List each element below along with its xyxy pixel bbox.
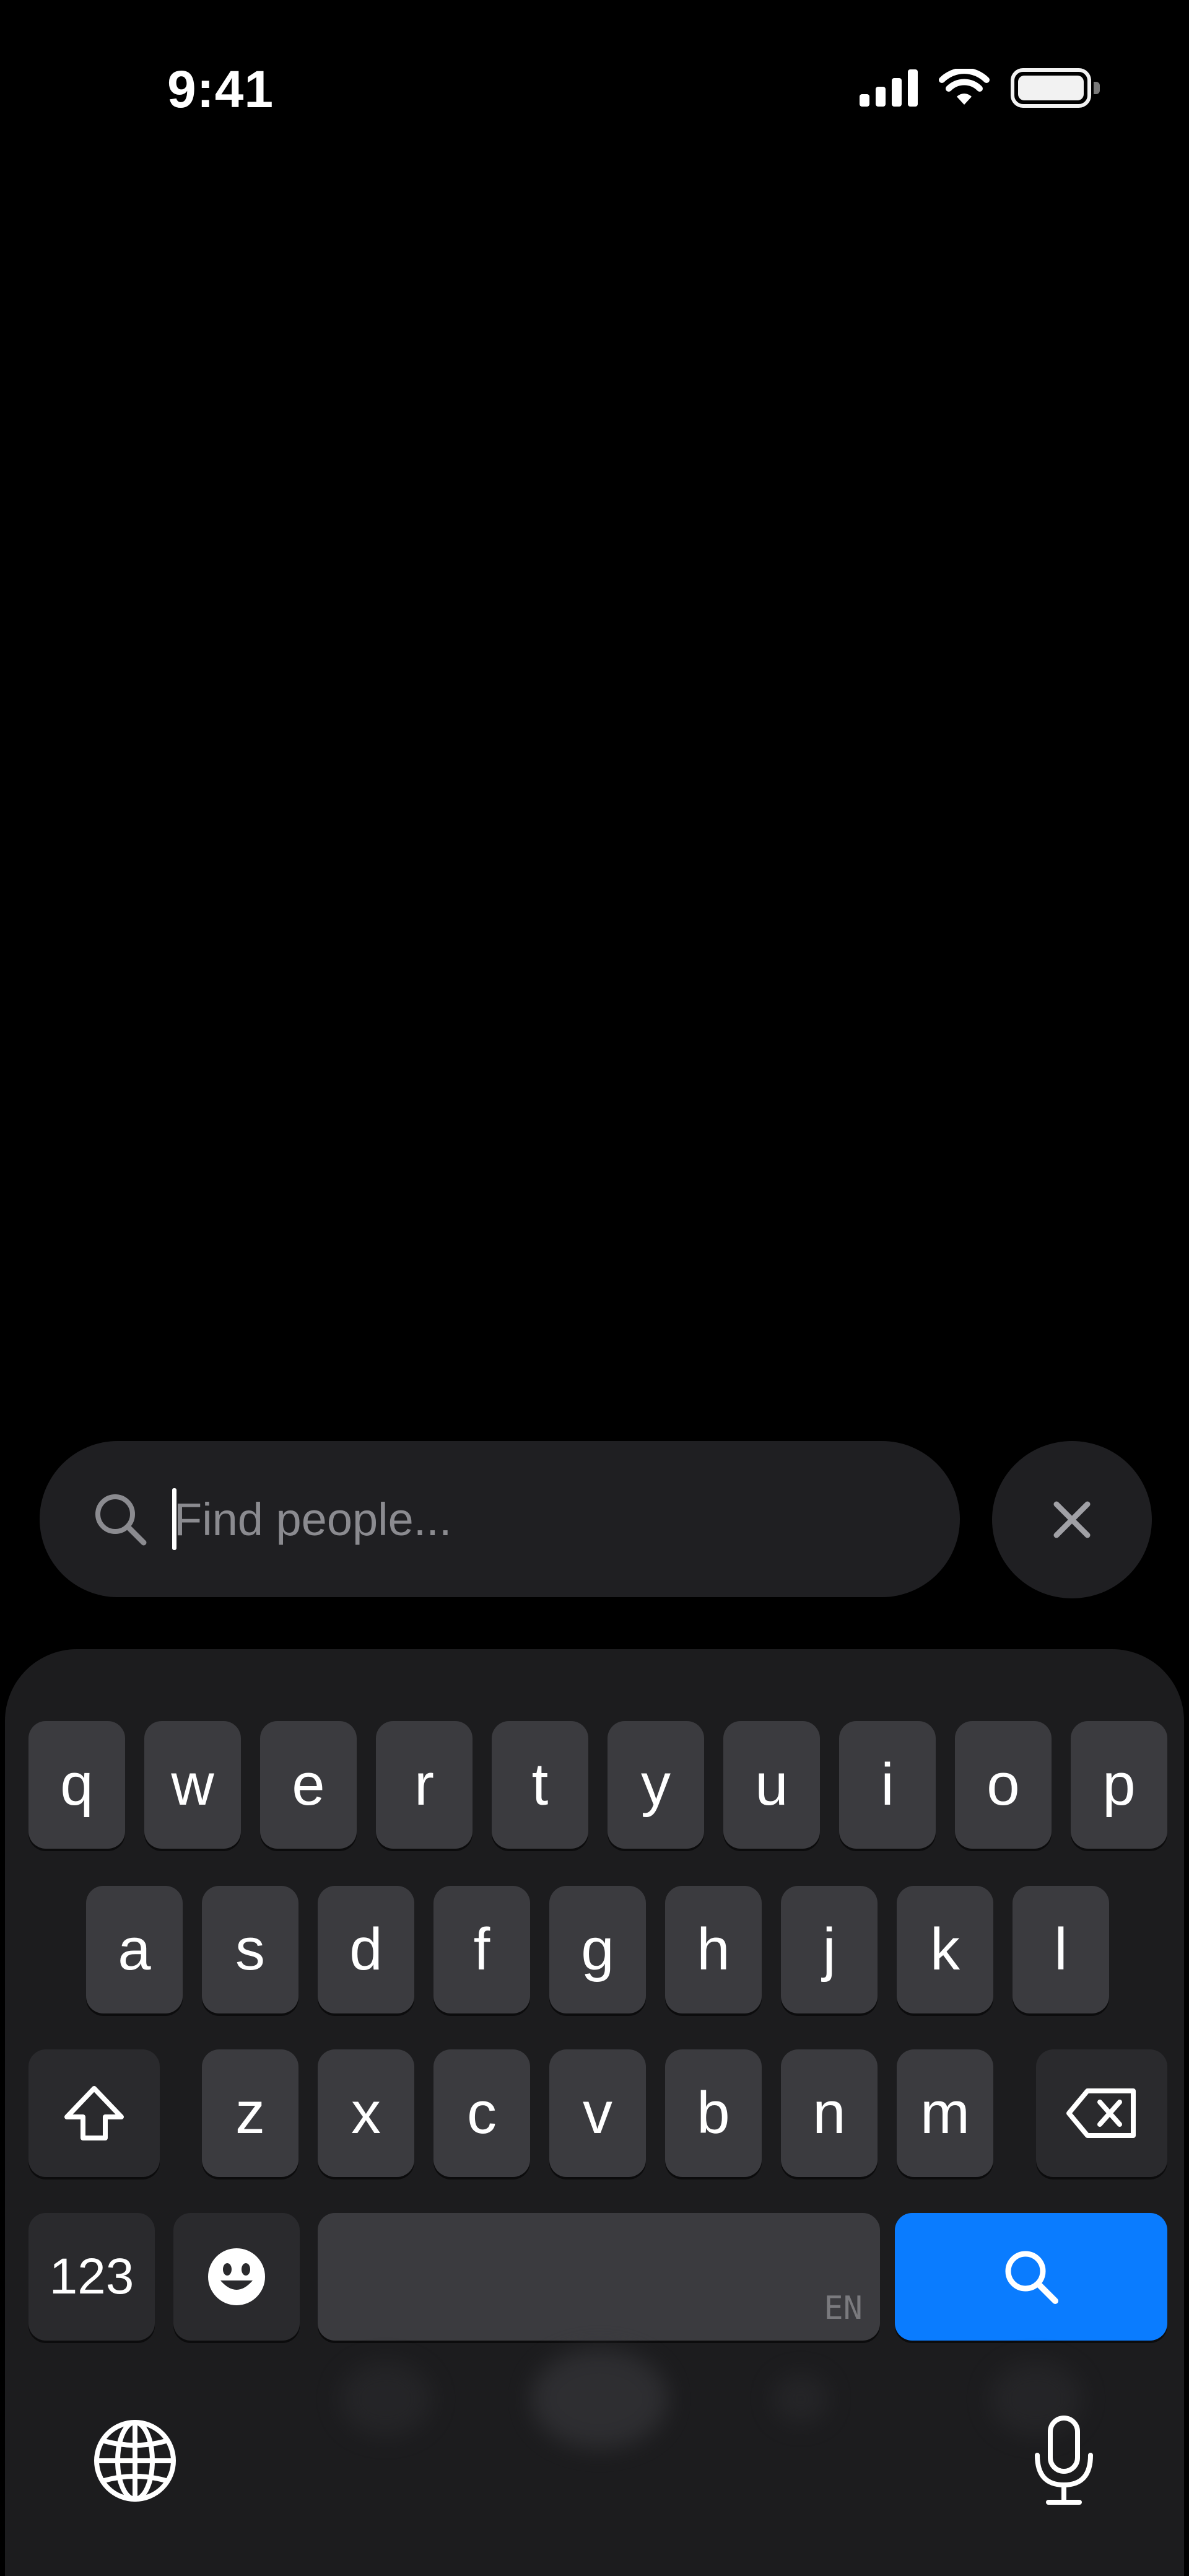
numbers-key-label: 123 <box>49 2248 134 2305</box>
keyboard-ghost-blob <box>339 2362 432 2436</box>
dictation-button[interactable] <box>1014 2405 1113 2517</box>
emoji-icon <box>208 2248 265 2305</box>
search-bar[interactable] <box>40 1441 960 1597</box>
key-l[interactable]: l <box>1013 1886 1109 2013</box>
emoji-key[interactable] <box>173 2213 300 2341</box>
search-input[interactable] <box>174 1492 960 1546</box>
wifi-icon <box>939 69 990 105</box>
keyboard: q w e r t y u i o p a s d f g h j k l z … <box>5 1649 1184 2576</box>
key-p[interactable]: p <box>1071 1721 1167 1849</box>
cellular-signal-icon <box>860 69 918 107</box>
search-icon <box>95 1494 147 1546</box>
microphone-icon <box>1035 2416 1093 2505</box>
key-c[interactable]: c <box>433 2049 530 2177</box>
key-g[interactable]: g <box>549 1886 646 2013</box>
key-m[interactable]: m <box>897 2049 993 2177</box>
key-j[interactable]: j <box>781 1886 878 2013</box>
close-icon <box>1053 1501 1091 1538</box>
key-u[interactable]: u <box>723 1721 820 1849</box>
key-b[interactable]: b <box>665 2049 762 2177</box>
key-f[interactable]: f <box>433 1886 530 2013</box>
globe-icon <box>94 2420 176 2502</box>
key-r[interactable]: r <box>376 1721 473 1849</box>
space-key[interactable]: EN <box>318 2213 880 2341</box>
search-key[interactable] <box>895 2213 1167 2341</box>
key-t[interactable]: t <box>492 1721 588 1849</box>
key-a[interactable]: a <box>86 1886 183 2013</box>
key-k[interactable]: k <box>897 1886 993 2013</box>
key-d[interactable]: d <box>318 1886 414 2013</box>
keyboard-ghost-blob <box>531 2349 668 2448</box>
status-time: 9:41 <box>167 60 274 118</box>
key-i[interactable]: i <box>839 1721 936 1849</box>
shift-icon <box>64 2086 124 2140</box>
key-x[interactable]: x <box>318 2049 414 2177</box>
key-e[interactable]: e <box>260 1721 357 1849</box>
battery-icon <box>1011 68 1100 108</box>
key-s[interactable]: s <box>202 1886 298 2013</box>
key-n[interactable]: n <box>781 2049 878 2177</box>
status-icons <box>860 68 1100 108</box>
globe-button[interactable] <box>85 2411 185 2510</box>
keyboard-ghost-blob <box>773 2374 829 2424</box>
key-w[interactable]: w <box>144 1721 241 1849</box>
key-q[interactable]: q <box>28 1721 125 1849</box>
close-button[interactable] <box>992 1441 1152 1598</box>
status-bar: 9:41 <box>0 0 1189 186</box>
key-y[interactable]: y <box>608 1721 704 1849</box>
key-v[interactable]: v <box>549 2049 646 2177</box>
delete-key[interactable] <box>1036 2049 1167 2177</box>
key-z[interactable]: z <box>202 2049 298 2177</box>
numbers-key[interactable]: 123 <box>28 2213 155 2341</box>
key-h[interactable]: h <box>665 1886 762 2013</box>
key-o[interactable]: o <box>955 1721 1052 1849</box>
backspace-icon <box>1066 2088 1136 2138</box>
shift-key[interactable] <box>28 2049 160 2177</box>
space-language-label: EN <box>824 2290 863 2327</box>
search-key-icon <box>1005 2251 1058 2304</box>
